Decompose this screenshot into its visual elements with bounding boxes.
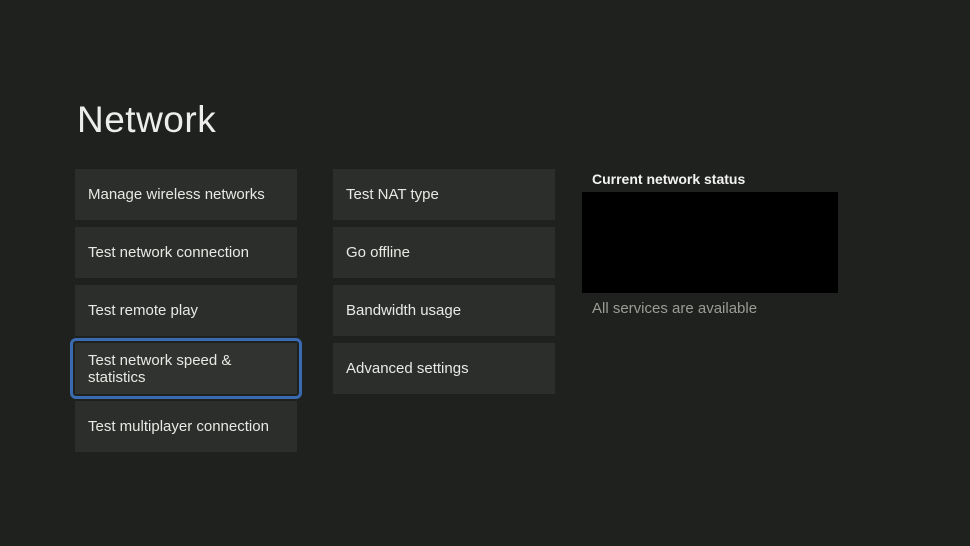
status-panel: Current network status All services are … [582, 172, 838, 316]
status-heading: Current network status [592, 172, 838, 186]
button-test-network-speed-statistics[interactable]: Test network speed & statistics [75, 343, 297, 394]
button-go-offline[interactable]: Go offline [333, 227, 555, 278]
focus-ring: Test network speed & statistics [70, 338, 302, 399]
button-test-remote-play[interactable]: Test remote play [75, 285, 297, 336]
button-bandwidth-usage[interactable]: Bandwidth usage [333, 285, 555, 336]
left-button-column: Manage wireless networks Test network co… [75, 169, 297, 452]
button-test-network-connection[interactable]: Test network connection [75, 227, 297, 278]
network-settings-screen: Network Manage wireless networks Test ne… [0, 0, 970, 546]
status-message: All services are available [592, 301, 838, 316]
button-advanced-settings[interactable]: Advanced settings [333, 343, 555, 394]
network-status-display [582, 192, 838, 293]
button-test-nat-type[interactable]: Test NAT type [333, 169, 555, 220]
middle-button-column: Test NAT type Go offline Bandwidth usage… [333, 169, 555, 394]
page-title: Network [77, 101, 216, 138]
button-test-multiplayer-connection[interactable]: Test multiplayer connection [75, 401, 297, 452]
button-manage-wireless-networks[interactable]: Manage wireless networks [75, 169, 297, 220]
